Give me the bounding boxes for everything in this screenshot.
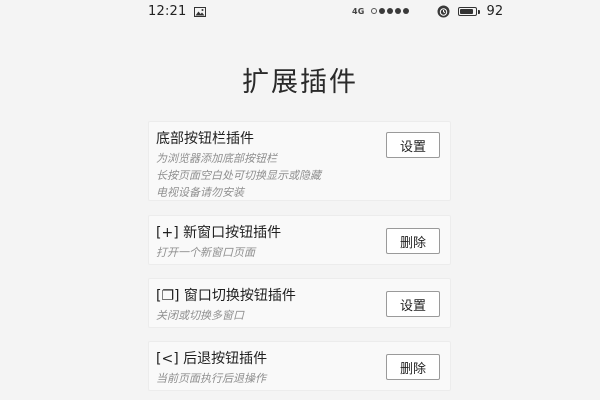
plugin-list: 底部按钮栏插件 为浏览器添加底部按钮栏 长按页面空白处可切换显示或隐藏 电视设备… <box>148 121 451 391</box>
plugin-card-window-switch: [❐] 窗口切换按钮插件 关闭或切换多窗口 设置 <box>148 278 451 328</box>
plugin-card-bottom-bar: 底部按钮栏插件 为浏览器添加底部按钮栏 长按页面空白处可切换显示或隐藏 电视设备… <box>148 121 451 201</box>
delete-button[interactable]: 删除 <box>386 354 440 380</box>
image-icon <box>194 2 207 21</box>
settings-button[interactable]: 设置 <box>386 291 440 317</box>
battery-icon <box>457 6 480 16</box>
status-time: 12:21 <box>148 3 187 19</box>
status-bar: 12:21 4G 92 <box>0 0 600 22</box>
plugin-title: [❐] 窗口切换按钮插件 <box>156 288 296 304</box>
plugin-card-back: [<] 后退按钮插件 当前页面执行后退操作 删除 <box>148 341 451 391</box>
signal-dot <box>386 8 393 14</box>
plugin-description: 打开一个新窗口页面 <box>156 244 255 261</box>
plugin-description: 关闭或切换多窗口 <box>156 307 244 324</box>
alarm-icon <box>437 5 450 18</box>
status-bar-left: 12:21 <box>148 2 207 21</box>
plugin-title: [<] 后退按钮插件 <box>156 351 268 367</box>
plugin-title: 底部按钮栏插件 <box>156 131 254 147</box>
plugin-description-line: 关闭或切换多窗口 <box>156 309 244 322</box>
battery-percent: 92 <box>486 3 504 19</box>
status-bar-right: 4G 92 <box>352 2 503 20</box>
signal-icon <box>370 8 409 14</box>
delete-button[interactable]: 删除 <box>386 228 440 254</box>
signal-dot-empty <box>370 8 377 14</box>
settings-button[interactable]: 设置 <box>386 132 440 158</box>
battery-fill <box>459 8 473 14</box>
plugin-description-line: 当前页面执行后退操作 <box>156 372 266 385</box>
plugin-description: 当前页面执行后退操作 <box>156 370 266 387</box>
signal-dot <box>378 8 385 14</box>
plugin-card-new-window: [+] 新窗口按钮插件 打开一个新窗口页面 删除 <box>148 215 451 265</box>
plugin-description-line: 电视设备请勿安装 <box>156 186 244 199</box>
page-title: 扩展插件 <box>242 67 358 98</box>
plugin-description-line: 长按页面空白处可切换显示或隐藏 <box>156 169 321 182</box>
plugin-title: [+] 新窗口按钮插件 <box>156 225 282 241</box>
plugin-description-line: 打开一个新窗口页面 <box>156 246 255 259</box>
network-type-label: 4G <box>352 6 365 16</box>
signal-dot <box>394 8 401 14</box>
signal-dot <box>402 8 409 14</box>
plugin-description: 为浏览器添加底部按钮栏 长按页面空白处可切换显示或隐藏 电视设备请勿安装 <box>156 150 321 201</box>
plugin-description-line: 为浏览器添加底部按钮栏 <box>156 152 277 165</box>
